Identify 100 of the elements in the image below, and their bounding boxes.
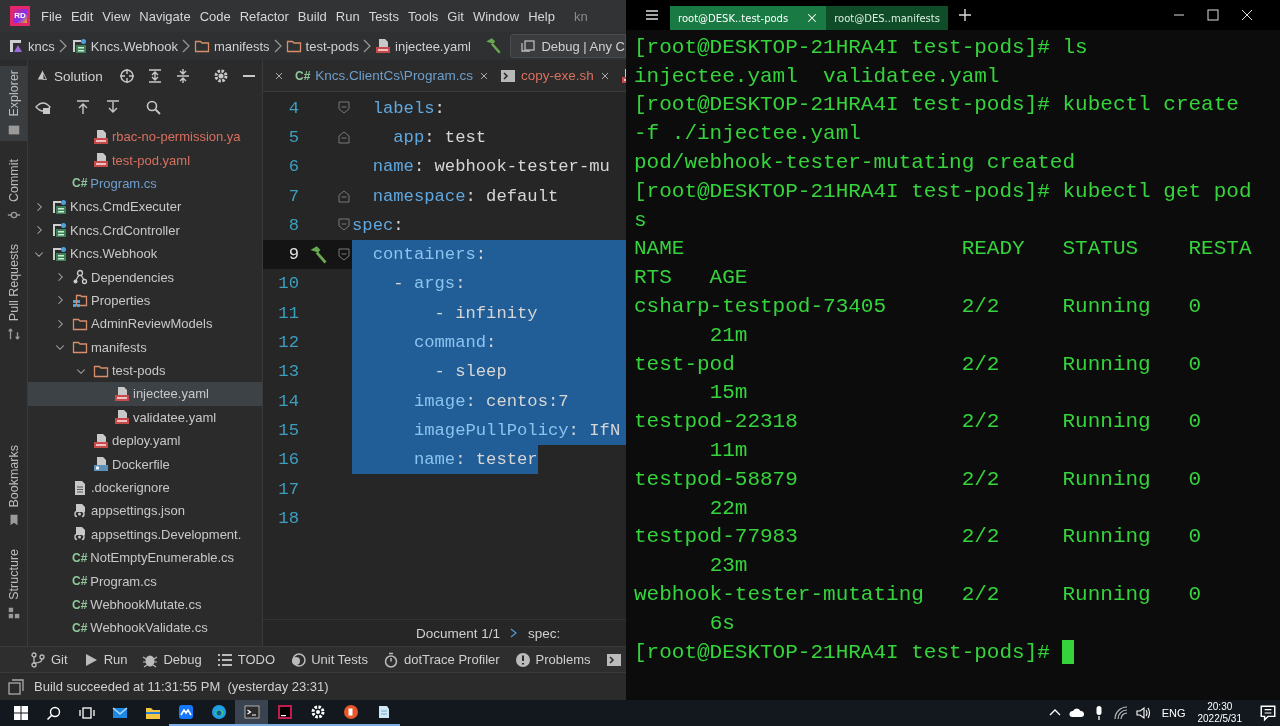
terminal-line: NAME READY STATUS RESTA — [634, 237, 1252, 261]
menu-item[interactable]: Build — [297, 8, 327, 24]
code-line: command: — [412, 333, 497, 352]
tree-item[interactable]: deploy.yaml — [28, 429, 262, 453]
editor-tab[interactable]: C# Kncs.ClientCs\Program.cs — [295, 60, 490, 91]
line-number: 16 — [277, 450, 299, 470]
file-type-label: C# — [72, 574, 88, 589]
tree-item[interactable]: C# Program.cs — [28, 171, 262, 196]
file-type-label: C# — [72, 620, 88, 635]
tree-item[interactable]: appsettings.json — [28, 499, 262, 523]
breadcrumb-item[interactable]: injectee.yaml — [375, 38, 471, 54]
breadcrumb-item[interactable]: kncs — [8, 38, 55, 54]
terminal-line: pod/webhook-tester-mutating created — [634, 151, 1076, 175]
terminal-tab[interactable]: root@DES..manifests — [826, 6, 948, 30]
line-number: 9 — [263, 240, 299, 270]
line-number: 18 — [277, 508, 299, 528]
tool-window-button[interactable]: dotTrace Profiler — [382, 651, 500, 668]
terminal-line: testpod-22318 2/2 Running 0 — [634, 410, 1202, 434]
terminal-line: RTS AGE — [634, 266, 748, 290]
breadcrumb-item[interactable]: manifests — [193, 38, 270, 54]
tree-item[interactable]: Kncs.CmdExecuter — [28, 195, 262, 219]
menu-item[interactable]: Navigate — [139, 8, 191, 24]
tree-item[interactable]: test-pods — [28, 358, 262, 383]
terminal-line: [root@DESKTOP-21HRA4I test-pods]# kubectl create — [634, 93, 1239, 117]
tree-item[interactable]: .dockerignore — [28, 475, 262, 500]
tree-item[interactable]: rbac-no-permission.ya — [28, 125, 262, 149]
tree-item[interactable]: C# Program.cs — [28, 569, 262, 593]
tree-item[interactable]: Dockerfile — [28, 452, 262, 476]
tree-item[interactable]: Kncs.CrdController — [28, 218, 262, 242]
tree-item[interactable]: appsettings.Development. — [28, 522, 262, 547]
menu-item[interactable]: File — [41, 8, 62, 24]
code-line: image: centos:7 — [412, 391, 569, 411]
tree-item[interactable]: manifests — [28, 335, 262, 359]
tool-window-button[interactable]: TODO — [216, 651, 276, 668]
tree-item[interactable]: Kncs.Webhook — [28, 241, 262, 266]
terminal-tab[interactable]: root@DESK..test-pods — [670, 6, 827, 30]
tool-window-button[interactable]: Problems — [514, 651, 591, 668]
menu-item[interactable]: Help — [528, 8, 555, 24]
line-number: 4 — [287, 98, 299, 118]
terminal-line: 11m — [709, 439, 748, 463]
line-number: 5 — [287, 127, 299, 147]
menu-item[interactable]: Refactor — [239, 8, 289, 24]
terminal-line: webhook-tester-mutating 2/2 Running 0 — [634, 583, 1202, 607]
code-line: spec: — [352, 215, 404, 235]
terminal-line: testpod-58879 2/2 Running 0 — [634, 467, 1202, 491]
menu-item[interactable]: Code — [199, 8, 231, 24]
language-indicator[interactable]: ENG — [1161, 707, 1186, 719]
tool-window-button[interactable]: Debug — [142, 651, 202, 668]
tree-item[interactable]: AdminReviewModels — [28, 312, 262, 336]
file-type-label: C# — [72, 550, 88, 565]
window-title: kn — [573, 8, 588, 24]
menu-item[interactable]: Tools — [407, 8, 439, 24]
menu-item[interactable]: Git — [447, 8, 464, 24]
breadcrumb-item[interactable]: test-pods — [285, 38, 360, 54]
terminal-line: s — [634, 208, 647, 232]
tool-window-button[interactable]: Git — [30, 651, 68, 668]
tool-window-button[interactable]: Run — [82, 651, 128, 668]
line-number: 6 — [287, 157, 299, 177]
tool-window-button[interactable]: Unit Tests — [290, 651, 368, 668]
terminal-line: injectee.yaml validatee.yaml — [634, 64, 1000, 88]
line-number: 15 — [277, 420, 299, 440]
side-tool-tab[interactable]: Explorer — [0, 66, 27, 141]
breadcrumb-item[interactable]: Document 1/1 — [416, 625, 501, 641]
side-tool-tab[interactable]: Bookmarks — [0, 440, 27, 532]
line-number: 8 — [287, 215, 299, 235]
terminal-line: testpod-77983 2/2 Running 0 — [634, 525, 1202, 549]
breadcrumb-item[interactable]: spec: — [528, 625, 561, 641]
terminal-line: -f ./injectee.yaml — [634, 122, 861, 146]
side-tool-tab[interactable]: Structure — [0, 545, 27, 624]
terminal-line: [root@DESKTOP-21HRA4I test-pods]# ls — [634, 35, 1088, 59]
menu-item[interactable]: Window — [472, 8, 520, 24]
tree-item[interactable]: Properties — [28, 288, 262, 313]
menu-item[interactable]: Run — [335, 8, 360, 24]
terminal-line: 6s — [709, 611, 735, 635]
line-number: 12 — [277, 333, 299, 352]
line-number: 14 — [277, 391, 299, 411]
side-tool-tab[interactable]: Pull Requests — [0, 239, 27, 345]
breadcrumb-item[interactable]: Kncs.Webhook — [70, 38, 178, 54]
code-line: imagePullPolicy: IfN — [412, 420, 621, 440]
side-tool-tab[interactable]: Commit — [0, 154, 27, 226]
run-configuration-dropdown[interactable]: Debug | Any C — [510, 34, 626, 58]
code-line: containers: — [371, 245, 487, 265]
line-number: 11 — [277, 303, 299, 323]
tree-item[interactable]: C# NotEmptyEnumerable.cs — [28, 546, 262, 570]
tree-item[interactable]: Dependencies — [28, 265, 262, 289]
menu-item[interactable]: Edit — [70, 8, 94, 24]
menu-item[interactable]: View — [102, 8, 131, 24]
status-message: Build succeeded at 11:31:55 PM (yesterday 23:31) — [34, 679, 329, 694]
editor-tab[interactable]: copy-exe.sh — [499, 60, 611, 91]
tree-item[interactable]: test-pod.yaml — [28, 148, 262, 172]
tree-item[interactable]: C# WebhookMutate.cs — [28, 592, 262, 617]
clock[interactable]: 20:30 2022/5/31 — [1197, 701, 1242, 725]
terminal-line: csharp-testpod-73405 2/2 Running 0 — [634, 295, 1202, 319]
code-line: namespace: default — [371, 186, 559, 206]
tree-item[interactable]: C# WebhookValidate.cs — [28, 616, 262, 640]
menu-item[interactable]: Tests — [368, 8, 399, 24]
code-line: - infinity — [433, 303, 538, 323]
tree-item[interactable]: injectee.yaml — [28, 382, 262, 406]
tree-item[interactable]: validatee.yaml — [28, 405, 262, 430]
file-type-label: C# — [72, 597, 88, 612]
